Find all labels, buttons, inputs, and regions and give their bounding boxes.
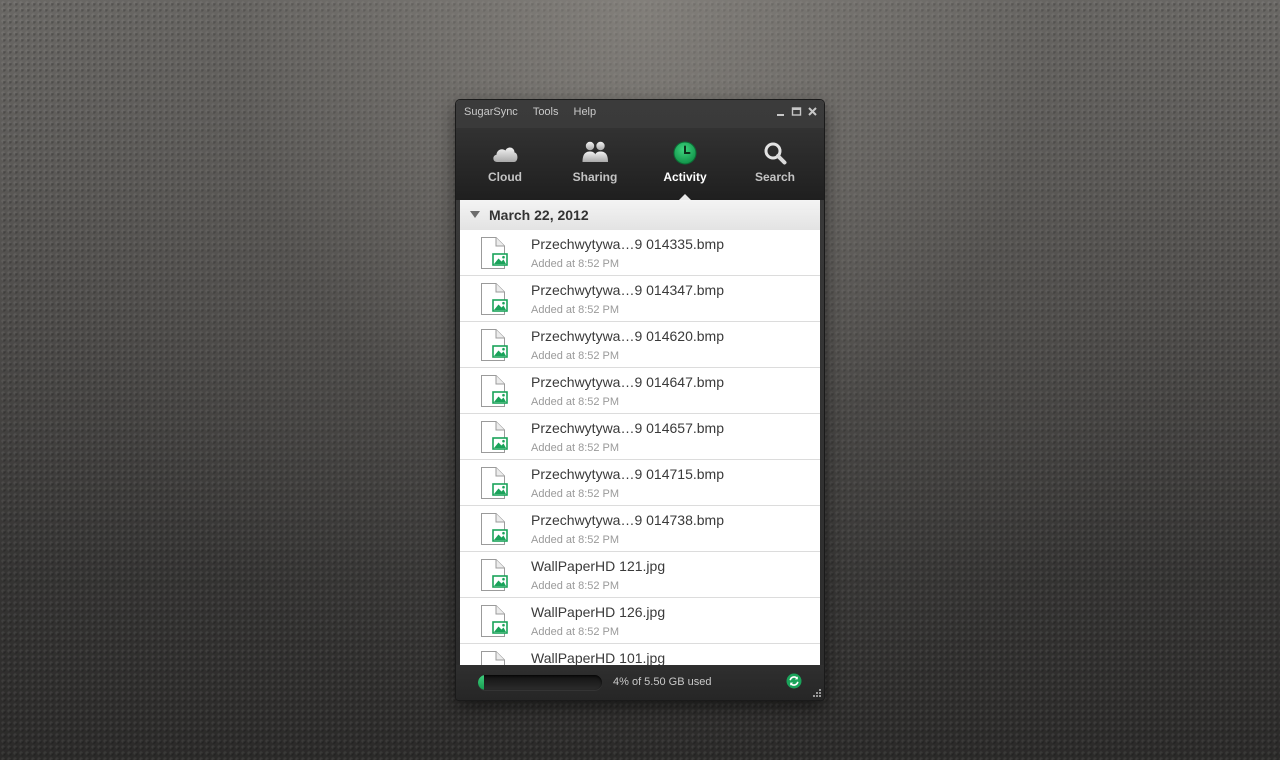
window-controls — [775, 105, 818, 118]
file-added-time: Added at 8:52 PM — [531, 580, 620, 592]
tab-cloud[interactable]: Cloud — [460, 128, 550, 200]
image-file-icon — [479, 558, 511, 592]
menu-sugarsync[interactable]: SugarSync — [464, 100, 518, 124]
image-file-icon — [479, 604, 511, 638]
image-file-icon — [479, 512, 511, 546]
file-added-time: Added at 8:52 PM — [531, 350, 620, 362]
file-added-time: Added at 8:52 PM — [531, 304, 620, 316]
magnifier-icon — [764, 142, 787, 165]
image-file-icon — [479, 420, 511, 454]
file-row[interactable]: WallPaperHD 101.jpgAdded at 8:52 PM — [460, 644, 820, 665]
tab-sharing[interactable]: Sharing — [550, 128, 640, 200]
minimize-icon[interactable] — [775, 105, 786, 118]
file-name: Przechwytywa…9 014657.bmp — [531, 420, 724, 436]
file-added-time: Added at 8:52 PM — [531, 396, 620, 408]
resize-grip-icon[interactable] — [812, 688, 822, 698]
file-added-time: Added at 8:52 PM — [531, 534, 620, 546]
menu-help[interactable]: Help — [574, 100, 597, 124]
date-group-title: March 22, 2012 — [489, 207, 589, 223]
collapse-arrow-icon[interactable] — [470, 211, 480, 218]
file-added-time: Added at 8:52 PM — [531, 258, 620, 270]
status-bar: 4% of 5.50 GB used — [456, 665, 824, 700]
file-row[interactable]: Przechwytywa…9 014657.bmp Added at 8:52 P… — [460, 414, 820, 460]
menu-tools[interactable]: Tools — [533, 100, 559, 124]
image-file-icon — [479, 466, 511, 500]
people-icon — [582, 141, 608, 162]
file-name: Przechwytywa…9 014715.bmp — [531, 466, 724, 482]
file-added-time: Added at 8:52 PM — [531, 488, 620, 500]
file-name: WallPaperHD 126.jpg — [531, 604, 666, 620]
sync-icon[interactable] — [786, 673, 802, 689]
file-row[interactable]: Przechwytywa…9 014647.bmp Added at 8:52 P… — [460, 368, 820, 414]
image-file-icon — [479, 374, 511, 408]
tab-sharing-label: Sharing — [572, 170, 618, 184]
clock-icon — [673, 141, 697, 165]
close-icon[interactable] — [807, 105, 818, 118]
file-added-time: Added at 8:52 PM — [531, 442, 620, 454]
sugarsync-window: SugarSync Tools Help Cloud Sharing Activ… — [456, 100, 824, 700]
file-name: Przechwytywa…9 014335.bmp — [531, 236, 724, 252]
date-group-header[interactable]: March 22, 2012 — [460, 200, 820, 231]
maximize-icon[interactable] — [791, 105, 802, 118]
file-name: WallPaperHD 121.jpg — [531, 558, 666, 574]
file-row[interactable]: Przechwytywa…9 014738.bmp Added at 8:52 P… — [460, 506, 820, 552]
file-name: Przechwytywa…9 014620.bmp — [531, 328, 724, 344]
tab-activity[interactable]: Activity — [640, 128, 730, 200]
file-row[interactable]: Przechwytywa…9 014715.bmp Added at 8:52 P… — [460, 460, 820, 506]
file-added-time: Added at 8:52 PM — [531, 626, 620, 638]
cloud-icon — [493, 147, 518, 162]
activity-panel[interactable]: March 22, 2012 Przechwytywa…9 014335.bmp… — [460, 200, 820, 665]
file-name: WallPaperHD 101.jpg — [531, 650, 666, 665]
tab-cloud-label: Cloud — [488, 170, 522, 184]
file-list: Przechwytywa…9 014335.bmp Added at 8:52 P… — [460, 230, 820, 665]
image-file-icon — [479, 236, 511, 270]
file-name: Przechwytywa…9 014738.bmp — [531, 512, 724, 528]
nav-bar: Cloud Sharing Activity Search — [456, 128, 824, 200]
file-row[interactable]: WallPaperHD 126.jpg Added at 8:52 PM — [460, 598, 820, 644]
image-file-icon — [479, 328, 511, 362]
tab-search[interactable]: Search — [730, 128, 820, 200]
tab-search-label: Search — [754, 170, 796, 184]
storage-progress-bar — [478, 675, 602, 690]
storage-progress-fill — [478, 675, 484, 690]
storage-usage-text: 4% of 5.50 GB used — [613, 676, 712, 688]
file-row[interactable]: WallPaperHD 121.jpg Added at 8:52 PM — [460, 552, 820, 598]
file-name: Przechwytywa…9 014347.bmp — [531, 282, 724, 298]
image-file-icon — [479, 650, 511, 665]
menu-bar: SugarSync Tools Help — [456, 100, 824, 124]
tab-activity-label: Activity — [663, 170, 707, 184]
image-file-icon — [479, 282, 511, 316]
file-row[interactable]: Przechwytywa…9 014620.bmp Added at 8:52 P… — [460, 322, 820, 368]
file-row[interactable]: Przechwytywa…9 014335.bmp Added at 8:52 P… — [460, 230, 820, 276]
file-row[interactable]: Przechwytywa…9 014347.bmp Added at 8:52 P… — [460, 276, 820, 322]
file-name: Przechwytywa…9 014647.bmp — [531, 374, 724, 390]
